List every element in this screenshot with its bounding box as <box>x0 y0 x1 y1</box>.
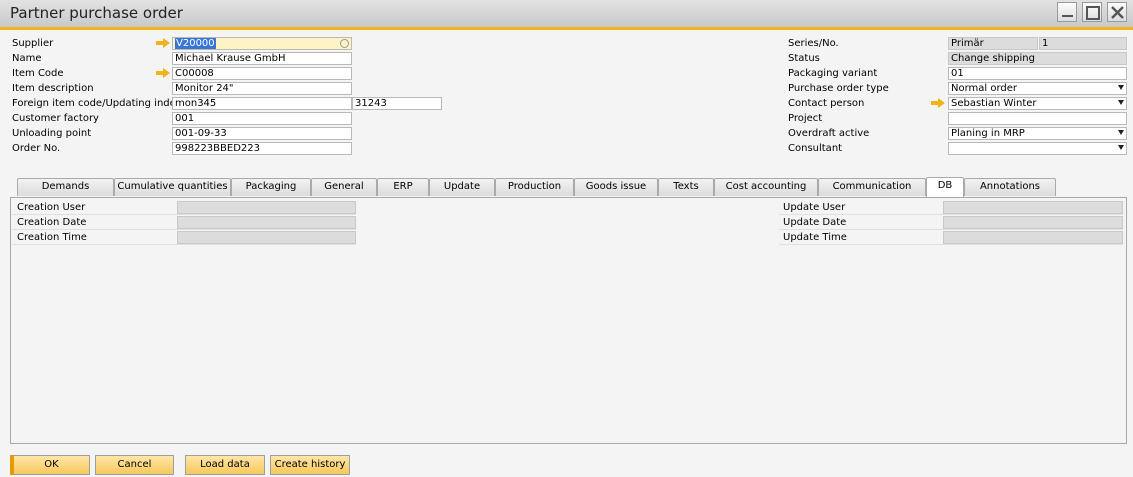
creation-user-field[interactable] <box>177 201 356 214</box>
project-label: Project <box>788 113 823 124</box>
update-date-field[interactable] <box>943 216 1123 229</box>
tab-erp[interactable]: ERP <box>377 178 429 196</box>
window-title: Partner purchase order <box>10 4 183 22</box>
update-user-field[interactable] <box>943 201 1123 214</box>
update-time-field[interactable] <box>943 231 1123 244</box>
dropdown-arrow-icon <box>1118 145 1124 150</box>
dropdown-arrow-icon <box>1118 130 1124 135</box>
tab-general[interactable]: General <box>311 178 377 196</box>
close-icon <box>1111 6 1124 19</box>
overdraft-value: Planing in MRP <box>951 128 1025 139</box>
tab-packaging[interactable]: Packaging <box>231 178 311 196</box>
po-type-value: Normal order <box>951 83 1018 94</box>
row-divider <box>779 229 1123 230</box>
creation-time-field[interactable] <box>177 231 356 244</box>
load-data-button[interactable]: Load data <box>185 455 265 475</box>
foreign-code-label: Foreign item code/Updating index <box>12 98 182 109</box>
order-no-field[interactable]: 998223BBED223 <box>172 142 352 155</box>
minimize-icon <box>1062 15 1073 17</box>
minimize-button[interactable] <box>1057 2 1077 22</box>
creation-time-label: Creation Time <box>17 232 87 243</box>
tab-texts[interactable]: Texts <box>658 178 714 196</box>
po-type-select[interactable]: Normal order <box>948 82 1127 95</box>
foreign-code-field[interactable]: mon345 <box>172 97 352 110</box>
contact-person-select[interactable]: Sebastian Winter <box>948 97 1127 110</box>
tab-update[interactable]: Update <box>429 178 495 196</box>
ok-button[interactable]: OK <box>10 455 90 475</box>
po-type-label: Purchase order type <box>788 83 889 94</box>
creation-date-field[interactable] <box>177 216 356 229</box>
tab-cost-accounting[interactable]: Cost accounting <box>714 178 818 196</box>
item-code-label: Item Code <box>12 68 64 79</box>
project-field[interactable] <box>948 112 1127 125</box>
series-field[interactable]: Primär <box>948 37 1038 50</box>
tab-demands[interactable]: Demands <box>17 178 114 196</box>
update-user-label: Update User <box>783 202 846 213</box>
supplier-field[interactable]: V20000 <box>172 37 352 50</box>
choose-list-icon[interactable] <box>340 39 349 48</box>
create-history-button[interactable]: Create history <box>270 455 350 475</box>
status-field[interactable]: Change shipping <box>948 52 1127 65</box>
supplier-value: V20000 <box>175 38 216 49</box>
row-divider <box>12 214 356 215</box>
update-date-label: Update Date <box>783 217 847 228</box>
tab-annotations[interactable]: Annotations <box>964 178 1056 196</box>
overdraft-label: Overdraft active <box>788 128 870 139</box>
series-number-field[interactable]: 1 <box>1039 37 1127 50</box>
tab-communication[interactable]: Communication <box>818 178 926 196</box>
close-button[interactable] <box>1107 2 1127 22</box>
supplier-label: Supplier <box>12 38 54 49</box>
unloading-point-label: Unloading point <box>12 128 92 139</box>
tab-db[interactable]: DB <box>926 177 964 197</box>
item-description-field[interactable]: Monitor 24" <box>172 82 352 95</box>
maximize-button[interactable] <box>1082 2 1102 22</box>
item-code-field[interactable]: C00008 <box>172 67 352 80</box>
dropdown-arrow-icon <box>1118 100 1124 105</box>
series-label: Series/No. <box>788 38 839 49</box>
unloading-point-field[interactable]: 001-09-33 <box>172 127 352 140</box>
customer-factory-field[interactable]: 001 <box>172 112 352 125</box>
consultant-select[interactable] <box>948 142 1127 155</box>
item-description-label: Item description <box>12 83 94 94</box>
packaging-variant-field[interactable]: 01 <box>948 67 1127 80</box>
customer-factory-label: Customer factory <box>12 113 99 124</box>
row-divider <box>779 214 1123 215</box>
cancel-button[interactable]: Cancel <box>95 455 174 475</box>
link-arrow-icon[interactable] <box>156 38 170 48</box>
creation-date-label: Creation Date <box>17 217 87 228</box>
status-label: Status <box>788 53 820 64</box>
row-divider <box>779 244 1123 245</box>
contact-person-value: Sebastian Winter <box>951 98 1037 109</box>
row-divider <box>12 229 356 230</box>
updating-index-field[interactable]: 31243 <box>352 97 442 110</box>
order-no-label: Order No. <box>12 143 61 154</box>
packaging-variant-label: Packaging variant <box>788 68 878 79</box>
overdraft-select[interactable]: Planing in MRP <box>948 127 1127 140</box>
maximize-icon <box>1086 6 1100 20</box>
link-arrow-icon[interactable] <box>931 98 945 108</box>
name-label: Name <box>12 53 42 64</box>
contact-person-label: Contact person <box>788 98 865 109</box>
link-arrow-icon[interactable] <box>156 68 170 78</box>
creation-user-label: Creation User <box>17 202 86 213</box>
tab-goods-issue[interactable]: Goods issue <box>574 178 658 196</box>
update-time-label: Update Time <box>783 232 847 243</box>
tab-cumulative-quantities[interactable]: Cumulative quantities <box>114 178 231 196</box>
tab-production[interactable]: Production <box>495 178 574 196</box>
dropdown-arrow-icon <box>1118 85 1124 90</box>
name-field[interactable]: Michael Krause GmbH <box>172 52 352 65</box>
consultant-label: Consultant <box>788 143 843 154</box>
row-divider <box>12 244 356 245</box>
title-bar: Partner purchase order <box>0 0 1133 30</box>
